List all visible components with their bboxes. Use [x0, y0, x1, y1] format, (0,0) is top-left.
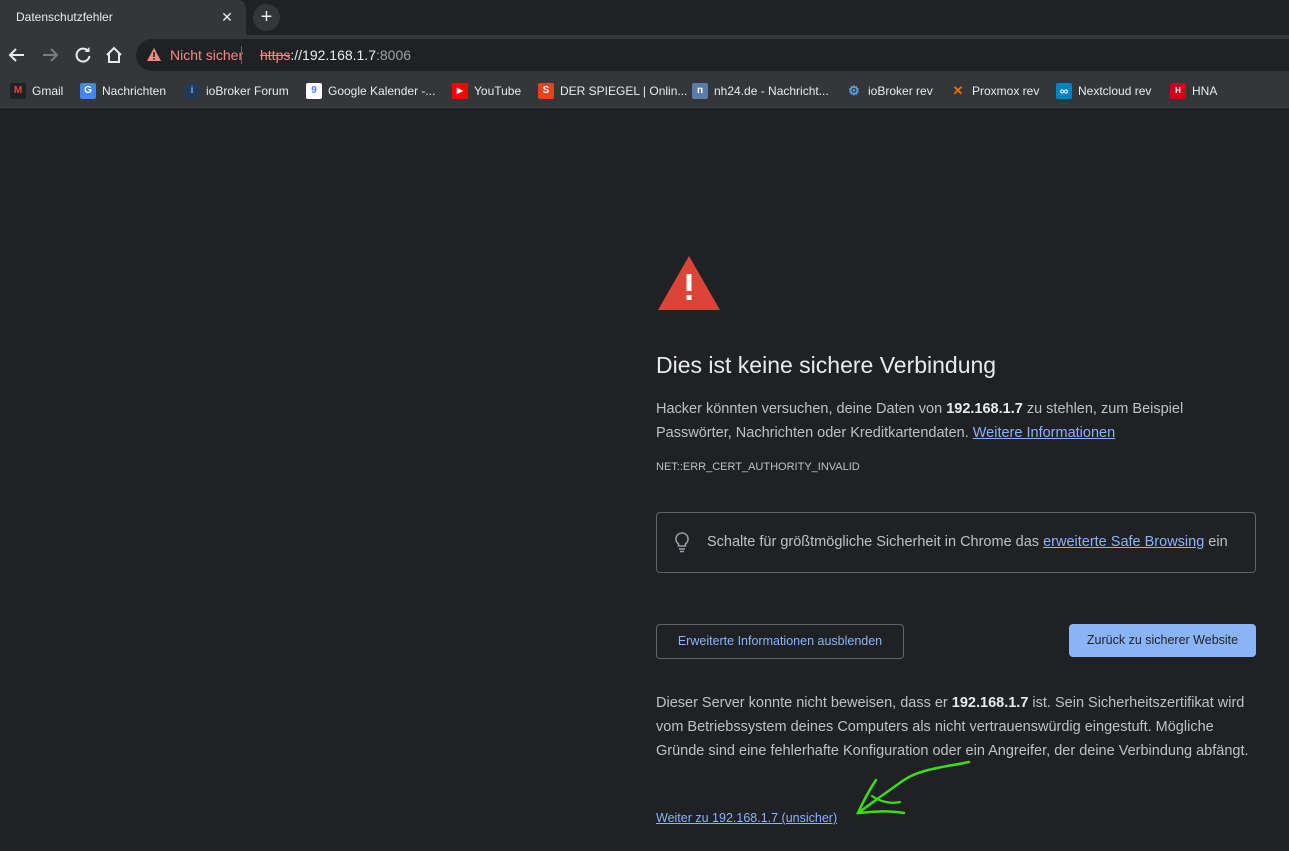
reload-icon[interactable] [72, 44, 94, 66]
danger-triangle-icon [658, 256, 720, 310]
error-code[interactable]: NET::ERR_CERT_AUTHORITY_INVALID [656, 461, 860, 473]
new-tab-button[interactable]: + [253, 4, 280, 31]
bookmark-nachrichten[interactable]: G Nachrichten [80, 83, 166, 99]
hide-details-button[interactable]: Erweiterte Informationen ausblenden [656, 624, 904, 659]
bookmark-label: DER SPIEGEL | Onlin... [560, 84, 688, 98]
hna-icon: H [1170, 83, 1186, 99]
warning-triangle-icon[interactable] [146, 47, 162, 62]
nextcloud-icon: ∞ [1056, 83, 1072, 99]
interstitial-page: Dies ist keine sichere Verbindung Hacker… [0, 108, 1289, 851]
iobroker-gear-icon: ⚙ [846, 83, 862, 99]
enhanced-safe-browsing-link[interactable]: erweiterte Safe Browsing [1043, 534, 1204, 550]
back-arrow-icon[interactable] [6, 44, 28, 66]
host-name: 192.168.1.7 [946, 401, 1023, 417]
youtube-icon: ▶ [452, 83, 468, 99]
bookmark-gmail[interactable]: M Gmail [10, 83, 63, 99]
bookmark-label: nh24.de - Nachricht... [714, 84, 829, 98]
toolbar: Nicht sicher https://192.168.1.7:8006 [0, 35, 1289, 75]
tab-close-icon[interactable]: ✕ [218, 8, 236, 26]
bookmark-nh24[interactable]: n nh24.de - Nachricht... [692, 83, 829, 99]
security-status-label[interactable]: Nicht sicher [170, 47, 243, 63]
description-text: Hacker könnten versuchen, deine Daten vo… [656, 401, 947, 417]
annotation-arrow-icon [856, 760, 971, 815]
bookmark-hna[interactable]: H HNA [1170, 83, 1217, 99]
bookmark-proxmox-rev[interactable]: ✕ Proxmox rev [950, 83, 1039, 99]
more-info-link[interactable]: Weitere Informationen [973, 425, 1115, 441]
host-name: 192.168.1.7 [951, 695, 1029, 711]
nh24-icon: n [692, 83, 708, 99]
bookmark-label: ioBroker rev [868, 84, 933, 98]
safe-browsing-text: Schalte für größtmögliche Sicherheit in … [707, 534, 1228, 550]
iobroker-icon: i [184, 83, 200, 99]
bookmark-label: HNA [1192, 84, 1218, 98]
bookmark-spiegel[interactable]: S DER SPIEGEL | Onlin... [538, 83, 687, 99]
google-calendar-icon: 9 [306, 83, 322, 99]
details-description: Dieser Server konnte nicht beweisen, das… [656, 691, 1258, 763]
bookmark-label: Proxmox rev [972, 84, 1040, 98]
promo-text: Schalte für größtmögliche Sicherheit in … [707, 534, 1044, 550]
proxmox-icon: ✕ [950, 83, 966, 99]
bookmark-iobroker-rev[interactable]: ⚙ ioBroker rev [846, 83, 933, 99]
promo-text: ein [1204, 534, 1228, 550]
bookmark-iobroker-forum[interactable]: i ioBroker Forum [184, 83, 289, 99]
tab-strip: Datenschutzfehler ✕ + [0, 0, 1289, 35]
bookmark-label: Gmail [32, 84, 64, 98]
proceed-unsafe-link[interactable]: Weiter zu 192.168.1.7 (unsicher) [656, 811, 837, 825]
bookmarks-bar: M Gmail G Nachrichten i ioBroker Forum 9… [0, 75, 1289, 108]
url-port: :8006 [376, 47, 412, 63]
bookmark-label: Google Kalender -... [328, 84, 436, 98]
bookmark-label: ioBroker Forum [206, 84, 289, 98]
active-tab[interactable]: Datenschutzfehler ✕ [0, 0, 246, 35]
bookmark-label: YouTube [474, 84, 522, 98]
address-bar[interactable]: Nicht sicher https://192.168.1.7:8006 [136, 39, 1289, 71]
bookmark-nextcloud-rev[interactable]: ∞ Nextcloud rev [1056, 83, 1151, 99]
tab-title: Datenschutzfehler [16, 10, 113, 24]
details-text: Dieser Server konnte nicht beweisen, das… [656, 695, 952, 711]
safe-browsing-promo: Schalte für größtmögliche Sicherheit in … [656, 512, 1256, 573]
lightbulb-icon [675, 532, 689, 553]
forward-arrow-icon[interactable] [39, 44, 61, 66]
url-scheme: https [260, 47, 291, 63]
bookmark-youtube[interactable]: ▶ YouTube [452, 83, 521, 99]
url-host: ://192.168.1.7 [290, 47, 376, 63]
omnibox-divider [241, 46, 242, 64]
url-text[interactable]: https://192.168.1.7:8006 [260, 47, 411, 63]
google-news-icon: G [80, 83, 96, 99]
home-icon[interactable] [103, 44, 125, 66]
bookmark-google-kalender[interactable]: 9 Google Kalender -... [306, 83, 435, 99]
bookmark-label: Nextcloud rev [1078, 84, 1152, 98]
spiegel-icon: S [538, 83, 554, 99]
gmail-icon: M [10, 83, 26, 99]
bookmark-label: Nachrichten [102, 84, 167, 98]
page-title: Dies ist keine sichere Verbindung [656, 352, 997, 378]
back-to-safety-button[interactable]: Zurück zu sicherer Website [1069, 624, 1256, 657]
warning-description: Hacker könnten versuchen, deine Daten vo… [656, 397, 1256, 445]
